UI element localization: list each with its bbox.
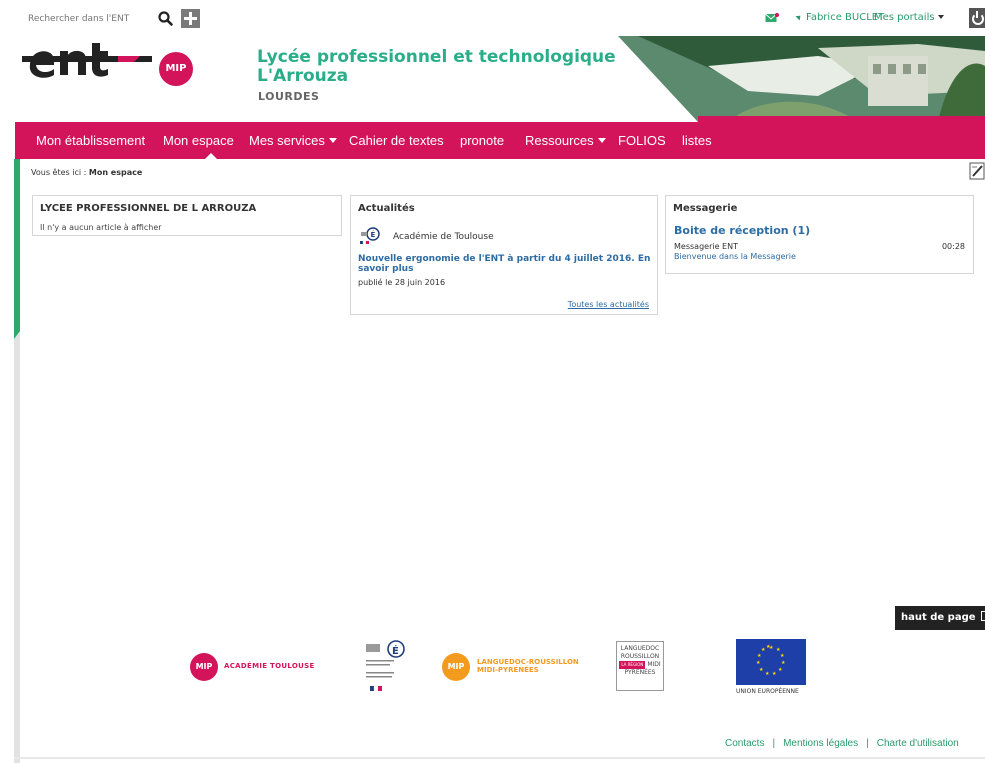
svg-text:★: ★ [780, 653, 785, 659]
school-portlet: LYCEE PROFESSIONNEL DE L ARROUZA Il n'y … [32, 195, 342, 236]
logout-icon[interactable] [969, 8, 985, 28]
footer-link-charte[interactable]: Charte d'utilisation [877, 738, 959, 749]
mip-footer-label: ACADÉMIE TOULOUSE [224, 662, 315, 670]
news-date: publié le 28 juin 2016 [358, 278, 446, 287]
nav-listes[interactable]: listes [682, 133, 712, 148]
nav-mes-services[interactable]: Mes services [249, 133, 337, 148]
region-line4: PYRÉNÉES [624, 669, 656, 676]
breadcrumb-prefix: Vous êtes ici : [31, 168, 87, 177]
user-name: Fabrice BUCLET [806, 12, 885, 23]
chevron-down-icon [597, 138, 606, 143]
breadcrumb-current: Mon espace [88, 168, 143, 177]
academie-logo: É [360, 227, 380, 245]
svg-text:★: ★ [759, 667, 764, 673]
news-portlet: Actualités É Académie de Toulouse Nouvel… [350, 195, 658, 315]
mail-portlet-title: Messagerie [673, 203, 738, 214]
breadcrumb: Vous êtes ici : Mon espace [31, 168, 142, 177]
region-badge: LA RÉGION [619, 661, 646, 669]
region-line1: LANGUEDOC [620, 645, 660, 652]
region-line2: ROUSSILLON [620, 653, 660, 660]
top-bar: Fabrice BUCLET Mes portails [0, 0, 985, 36]
school-portlet-empty: Il n'y a aucun article à afficher [40, 223, 162, 232]
nav-pronote[interactable]: pronote [460, 133, 504, 148]
back-to-top-button[interactable]: haut de page [895, 606, 985, 630]
nav-cahier-de-textes[interactable]: Cahier de textes [349, 133, 444, 148]
all-news-link[interactable]: Toutes les actualités [568, 300, 649, 309]
chevron-down-icon [937, 15, 944, 19]
mip-footer-logo[interactable]: MIP [190, 653, 218, 681]
footer-separator: | [866, 738, 869, 749]
mail-icon[interactable] [765, 13, 779, 23]
eu-flag-icon[interactable]: ★ ★★ ★★★ ★★★ ★★ ★ [736, 639, 806, 685]
news-headline-link[interactable]: Nouvelle ergonomie de l'ENT à partir du … [358, 254, 652, 274]
left-rail [14, 339, 20, 763]
svg-text:É: É [392, 644, 399, 657]
region-logo[interactable]: LANGUEDOC ROUSSILLON LA RÉGION MIDI PYRÉ… [616, 641, 664, 691]
svg-text:★: ★ [766, 644, 771, 650]
search-input[interactable] [25, 10, 155, 28]
chevron-down-icon [328, 138, 337, 143]
portals-menu[interactable]: Mes portails [874, 12, 944, 23]
nav-mes-services-label: Mes services [249, 133, 325, 148]
footer-link-contacts[interactable]: Contacts [725, 738, 764, 749]
mip-logo[interactable]: MIP [159, 52, 193, 86]
mip-region-label-line1: LANGUEDOC-ROUSSILLON [477, 658, 579, 666]
nav-ressources-label: Ressources [525, 133, 594, 148]
school-title: Lycée professionnel et technologique L'A… [257, 47, 616, 86]
mip-region-logo[interactable]: MIP [442, 653, 470, 681]
mail-portlet: Messagerie Boite de réception (1) Messag… [665, 195, 974, 274]
svg-text:★: ★ [757, 653, 762, 659]
eu-label: UNION EUROPÉENNE [736, 688, 799, 695]
portals-label: Mes portails [874, 12, 935, 23]
svg-text:★: ★ [756, 660, 761, 666]
footer-separator: | [772, 738, 776, 749]
ent-logo[interactable] [22, 41, 152, 79]
footer-links: Contacts | Mentions légales | Charte d'utili… [725, 738, 959, 749]
user-menu[interactable]: Fabrice BUCLET [795, 12, 885, 23]
school-city: LOURDES [258, 90, 320, 103]
nav-ressources[interactable]: Ressources [525, 133, 606, 148]
school-portlet-title: LYCEE PROFESSIONNEL DE L ARROUZA [40, 203, 257, 214]
svg-text:★: ★ [781, 660, 786, 666]
svg-text:★: ★ [778, 667, 783, 673]
news-portlet-title: Actualités [358, 203, 415, 214]
search-icon[interactable] [157, 10, 175, 28]
inbox-link[interactable]: Boite de réception (1) [674, 224, 810, 237]
nav-mon-etablissement[interactable]: Mon établissement [36, 133, 145, 148]
region-line3: LA RÉGION MIDI [617, 661, 663, 669]
news-source: Académie de Toulouse [393, 232, 494, 242]
message-subject-link[interactable]: Bienvenue dans la Messagerie [674, 252, 796, 261]
arrow-icon [795, 13, 803, 21]
svg-text:É: É [371, 230, 376, 239]
nav-folios[interactable]: FOLIOS [618, 133, 666, 148]
back-to-top-label: haut de page [901, 612, 976, 623]
mip-region-label-line2: MIDI-PYRÉNÉES [477, 666, 539, 674]
banner-photo [618, 36, 985, 122]
add-icon[interactable] [181, 9, 200, 28]
message-time: 00:28 [941, 242, 965, 251]
mip-region-label: LANGUEDOC-ROUSSILLON MIDI-PYRÉNÉES [477, 658, 579, 674]
nav-mon-espace[interactable]: Mon espace [163, 133, 234, 148]
banner: MIP Lycée professionnel et technologique… [0, 36, 985, 122]
left-accent-cut [14, 331, 20, 339]
bottom-divider [14, 757, 985, 759]
active-tab-indicator [205, 153, 217, 159]
edit-icon[interactable] [969, 162, 985, 180]
main-nav: Mon établissement Mon espace Mes service… [15, 122, 985, 159]
message-sender: Messagerie ENT [674, 242, 738, 251]
region-line3-text: MIDI [647, 661, 661, 668]
svg-text:★: ★ [765, 671, 770, 677]
arrow-up-icon [981, 611, 985, 621]
footer-link-mentions[interactable]: Mentions légales [783, 738, 858, 749]
left-accent-bar [14, 159, 20, 339]
svg-text:★: ★ [772, 671, 777, 677]
ministere-logo[interactable]: É [360, 636, 406, 698]
